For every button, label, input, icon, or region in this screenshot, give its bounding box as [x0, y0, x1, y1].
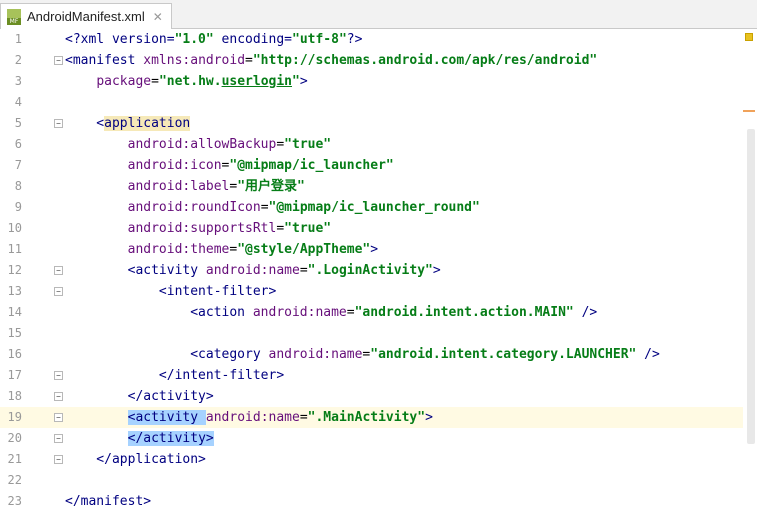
- code-line[interactable]: 13 <intent-filter>: [0, 281, 757, 302]
- line-code: android:label="用户登录": [127, 179, 305, 194]
- line-code: <application: [65, 116, 191, 131]
- fold-marker-icon[interactable]: [54, 434, 63, 443]
- inspection-status-icon[interactable]: [745, 33, 753, 41]
- line-number: 3: [14, 74, 22, 88]
- code-line[interactable]: 7 android:icon="@mipmap/ic_launcher": [0, 155, 757, 176]
- line-number: 23: [7, 494, 22, 508]
- line-code: <activity android:name=".MainActivity">: [127, 410, 433, 425]
- line-code: <activity android:name=".LoginActivity">: [65, 263, 441, 278]
- code-line[interactable]: 18 </activity>: [0, 386, 757, 407]
- code-line[interactable]: 2 <manifest xmlns:android="http://schemas…: [0, 50, 757, 71]
- line-number: 8: [14, 179, 22, 193]
- scrollbar-thumb[interactable]: [747, 129, 755, 444]
- code-line[interactable]: 22: [0, 470, 757, 491]
- line-number: 4: [14, 95, 22, 109]
- tab-label: AndroidManifest.xml: [27, 9, 145, 24]
- line-code: android:supportsRtl="true": [127, 221, 332, 236]
- line-number: 9: [14, 200, 22, 214]
- line-number: 2: [14, 53, 22, 67]
- code-line[interactable]: 21 </application>: [0, 449, 757, 470]
- code-line[interactable]: 11 android:theme="@style/AppTheme">: [0, 239, 757, 260]
- line-number: 17: [7, 368, 22, 382]
- line-code: </activity>: [65, 389, 214, 404]
- code-line[interactable]: 10 android:supportsRtl="true": [0, 218, 757, 239]
- line-number: 20: [7, 431, 22, 445]
- line-code: </intent-filter>: [65, 368, 285, 383]
- fold-marker-icon[interactable]: [54, 56, 63, 65]
- code-line[interactable]: 8 android:label="用户登录": [0, 176, 757, 197]
- line-code: </application>: [65, 452, 206, 467]
- line-number: 22: [7, 473, 22, 487]
- fold-marker-icon[interactable]: [54, 266, 63, 275]
- line-code: <action android:name="android.intent.act…: [65, 305, 598, 320]
- code-line[interactable]: 23 </manifest>: [0, 491, 757, 512]
- tab-android-manifest[interactable]: MF AndroidManifest.xml ✕: [0, 3, 172, 29]
- line-code: package="net.hw.userlogin">: [96, 74, 308, 89]
- code-line[interactable]: 17 </intent-filter>: [0, 365, 757, 386]
- code-line[interactable]: 15: [0, 323, 757, 344]
- line-number: 10: [7, 221, 22, 235]
- code-line[interactable]: 12 <activity android:name=".LoginActivit…: [0, 260, 757, 281]
- line-number: 5: [14, 116, 22, 130]
- code-line[interactable]: 16 <category android:name="android.inten…: [0, 344, 757, 365]
- vertical-scrollbar[interactable]: [743, 29, 757, 508]
- line-number: 12: [7, 263, 22, 277]
- line-code: android:roundIcon="@mipmap/ic_launcher_r…: [127, 200, 480, 215]
- line-number: 6: [14, 137, 22, 151]
- close-icon[interactable]: ✕: [153, 10, 163, 24]
- mf-icon-label: MF: [7, 17, 21, 25]
- code-line[interactable]: 6 android:allowBackup="true": [0, 134, 757, 155]
- line-number: 16: [7, 347, 22, 361]
- line-code: android:allowBackup="true": [127, 137, 332, 152]
- code-line[interactable]: 20 </activity>: [0, 428, 757, 449]
- code-line[interactable]: 1 <?xml version="1.0" encoding="utf-8"?>: [0, 29, 757, 50]
- line-number: 18: [7, 389, 22, 403]
- fold-marker-icon[interactable]: [54, 119, 63, 128]
- fold-marker-icon[interactable]: [54, 413, 63, 422]
- line-code: android:theme="@style/AppTheme">: [127, 242, 379, 257]
- fold-marker-icon[interactable]: [54, 287, 63, 296]
- fold-marker-icon[interactable]: [54, 371, 63, 380]
- line-number: 1: [14, 32, 22, 46]
- line-number: 21: [7, 452, 22, 466]
- code-line[interactable]: 19 <activity android:name=".MainActivity…: [0, 407, 757, 428]
- line-number: 7: [14, 158, 22, 172]
- line-code: <intent-filter>: [65, 284, 277, 299]
- editor-tab-bar: MF AndroidManifest.xml ✕: [0, 0, 757, 29]
- line-code: </manifest>: [65, 494, 152, 509]
- code-line[interactable]: 3 package="net.hw.userlogin">: [0, 71, 757, 92]
- line-number: 14: [7, 305, 22, 319]
- code-editor[interactable]: 1 <?xml version="1.0" encoding="utf-8"?> 2…: [0, 29, 757, 509]
- fold-marker-icon[interactable]: [54, 392, 63, 401]
- code-line[interactable]: 4: [0, 92, 757, 113]
- line-number: 11: [7, 242, 22, 256]
- line-number: 15: [7, 326, 22, 340]
- line-code: </activity>: [127, 431, 214, 446]
- line-number: 13: [7, 284, 22, 298]
- code-line[interactable]: 14 <action android:name="android.intent.…: [0, 302, 757, 323]
- mf-file-icon: MF: [7, 8, 21, 25]
- fold-marker-icon[interactable]: [54, 455, 63, 464]
- line-code: android:icon="@mipmap/ic_launcher": [127, 158, 394, 173]
- line-code: <category android:name="android.intent.c…: [65, 347, 660, 362]
- code-line[interactable]: 9 android:roundIcon="@mipmap/ic_launcher…: [0, 197, 757, 218]
- error-stripe-marker[interactable]: [743, 110, 755, 112]
- code-line[interactable]: 5 <application: [0, 113, 757, 134]
- line-code: <manifest xmlns:android="http://schemas.…: [65, 53, 598, 68]
- line-number: 19: [7, 410, 22, 424]
- line-code: <?xml version="1.0" encoding="utf-8"?>: [65, 32, 363, 47]
